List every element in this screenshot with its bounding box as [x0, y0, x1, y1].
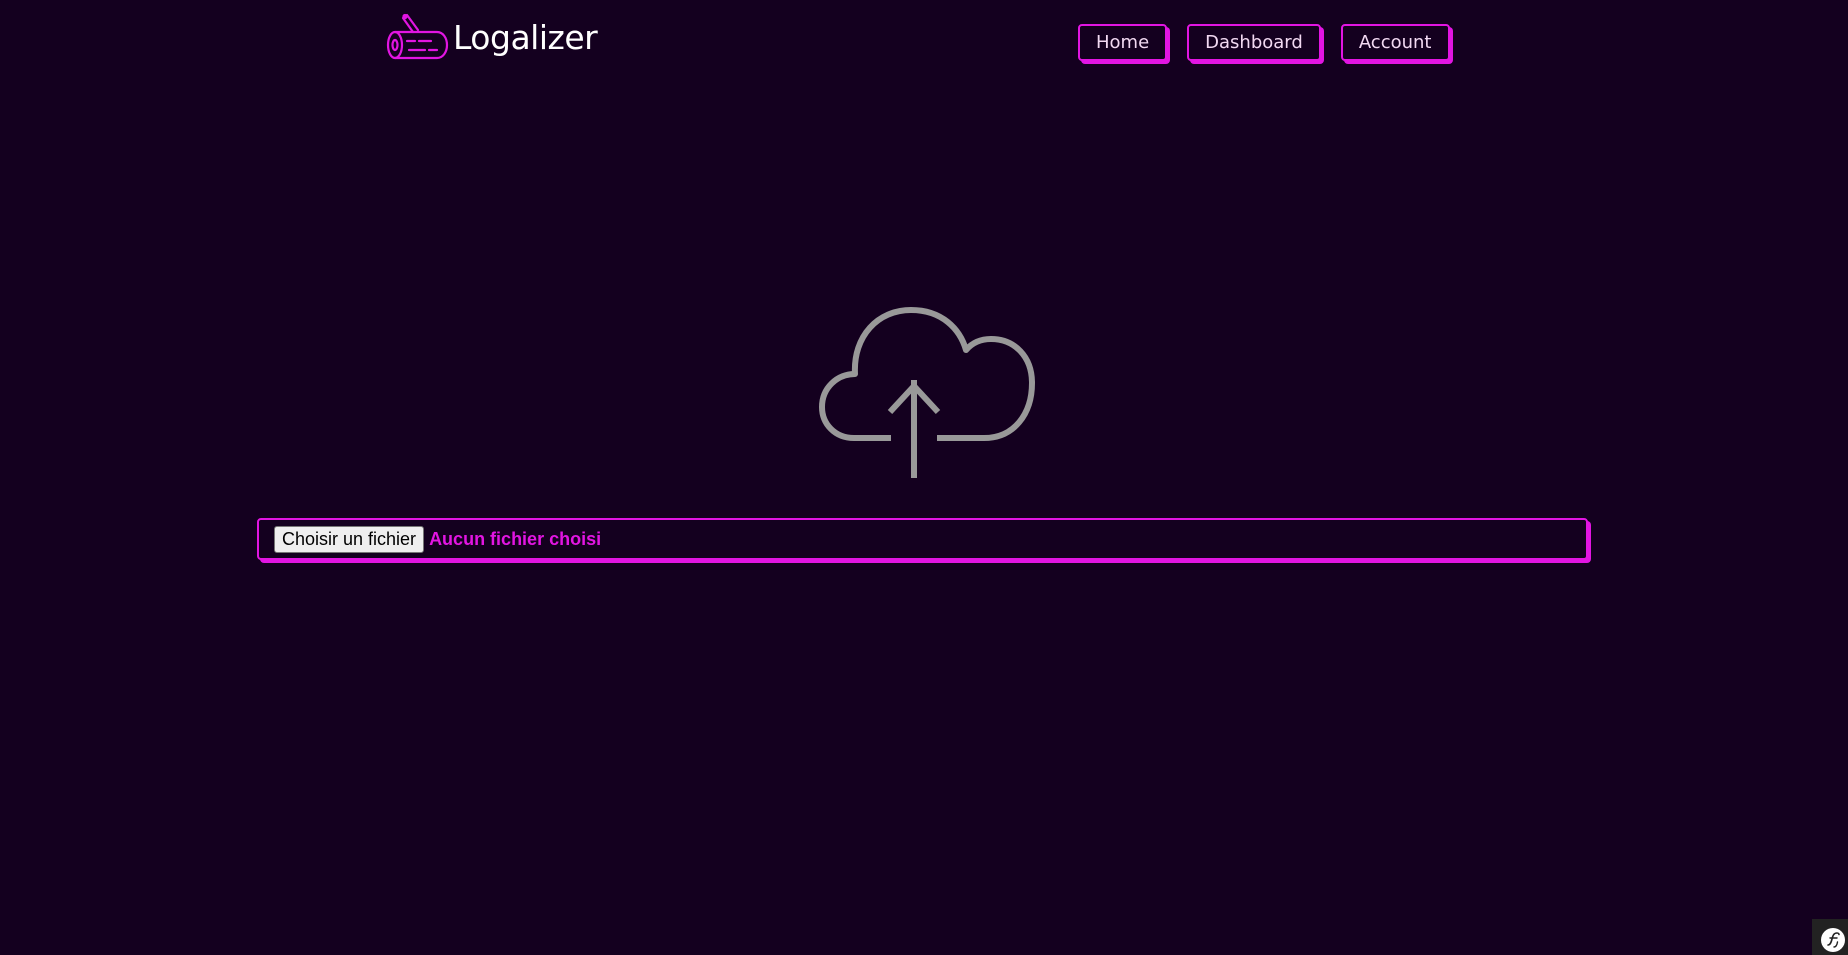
cloud-upload-icon	[819, 307, 1035, 478]
nav-home-button[interactable]: Home	[1078, 24, 1168, 61]
brand-name: Logalizer	[453, 17, 598, 57]
main-nav: Home Dashboard Account	[1078, 24, 1450, 61]
log-wood-icon	[386, 13, 449, 60]
debug-toolbar-toggle[interactable]	[1812, 919, 1848, 955]
symfony-icon	[1821, 928, 1845, 952]
file-status-label: Aucun fichier choisi	[429, 528, 602, 549]
nav-account-button[interactable]: Account	[1340, 24, 1450, 61]
brand[interactable]: Logalizer	[385, 12, 598, 62]
site-header: Logalizer Home Dashboard Account	[0, 0, 1848, 90]
nav-dashboard-button[interactable]: Dashboard	[1187, 24, 1321, 61]
choose-file-button[interactable]: Choisir un fichier	[274, 525, 425, 553]
file-upload-field[interactable]: Choisir un fichier Aucun fichier choisi	[257, 518, 1588, 560]
